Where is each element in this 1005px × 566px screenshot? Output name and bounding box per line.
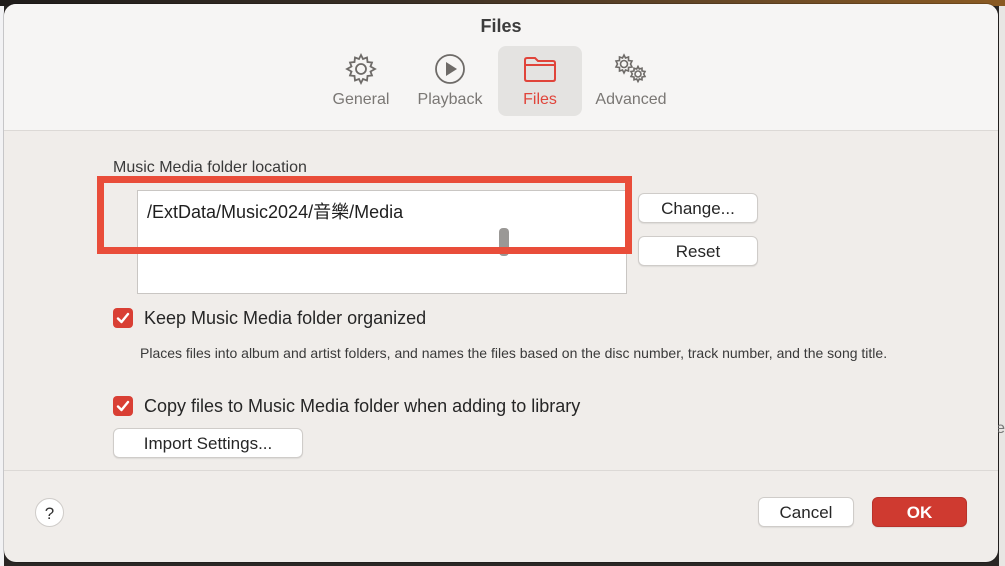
import-settings-button[interactable]: Import Settings...: [113, 428, 303, 458]
keep-organized-label[interactable]: Keep Music Media folder organized: [144, 308, 426, 329]
tab-advanced[interactable]: Advanced: [589, 46, 673, 116]
annotation-highlight-box: [97, 176, 632, 254]
tab-playback[interactable]: Playback: [408, 46, 492, 116]
copy-files-checkbox[interactable]: [113, 396, 133, 416]
gears-icon: [589, 52, 673, 86]
window-title: Files: [480, 16, 522, 36]
reset-folder-button[interactable]: Reset: [638, 236, 758, 266]
tab-files[interactable]: Files: [498, 46, 582, 116]
ok-button[interactable]: OK: [872, 497, 967, 527]
checkmark-icon: [116, 400, 130, 412]
tab-playback-label: Playback: [417, 91, 483, 108]
keep-organized-checkbox[interactable]: [113, 308, 133, 328]
desktop-right-edge: [999, 6, 1005, 566]
cancel-button[interactable]: Cancel: [758, 497, 854, 527]
change-folder-button[interactable]: Change...: [638, 193, 758, 223]
footer-divider: [4, 470, 998, 471]
play-circle-icon: [408, 52, 492, 86]
folder-icon: [498, 52, 582, 86]
tab-general-label: General: [332, 91, 390, 108]
media-folder-label: Music Media folder location: [113, 159, 307, 176]
gear-icon: [319, 52, 403, 86]
tab-general[interactable]: General: [319, 46, 403, 116]
keep-organized-description: Places files into album and artist folde…: [140, 345, 888, 361]
help-button[interactable]: ?: [35, 498, 64, 527]
preferences-window: Files General Playback Files Advanced Mu…: [4, 4, 998, 562]
tab-files-label: Files: [523, 91, 557, 108]
preferences-toolbar: Files General Playback Files Advanced: [4, 4, 998, 131]
copy-files-label[interactable]: Copy files to Music Media folder when ad…: [144, 396, 580, 417]
checkmark-icon: [116, 312, 130, 324]
tab-advanced-label: Advanced: [595, 91, 667, 108]
